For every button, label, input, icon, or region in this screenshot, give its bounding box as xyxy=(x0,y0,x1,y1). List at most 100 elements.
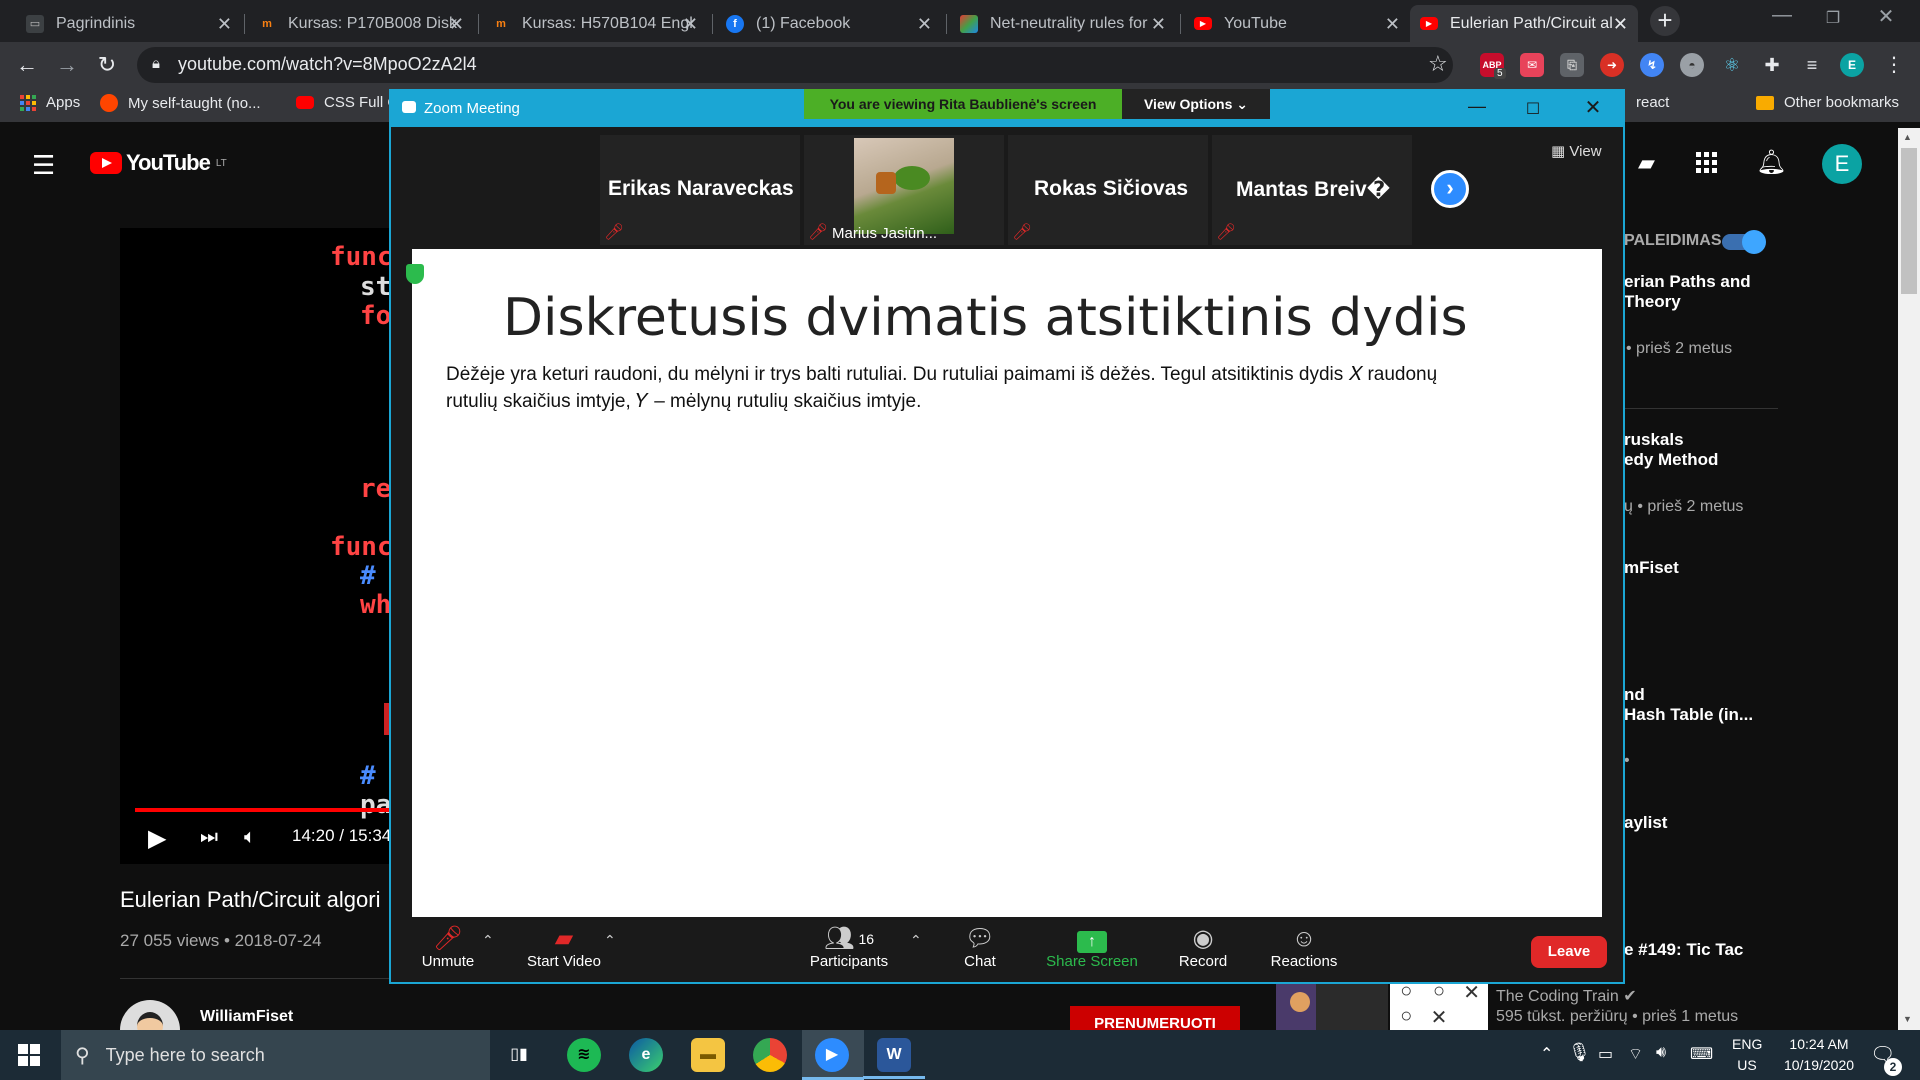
edge-icon[interactable]: e xyxy=(629,1038,663,1072)
tab-kursas-h570b104[interactable]: m Kursas: H570B104 Engl ✕ xyxy=(482,5,708,42)
video-options-caret-icon[interactable]: ⌃ xyxy=(604,932,616,949)
next-participants-button[interactable]: › xyxy=(1431,170,1469,208)
file-explorer-icon[interactable]: ▬ xyxy=(691,1038,725,1072)
word-icon[interactable]: W xyxy=(877,1038,911,1072)
close-icon[interactable]: ✕ xyxy=(217,14,232,35)
new-tab-button[interactable]: + xyxy=(1650,6,1680,36)
zoom-maximize-icon[interactable]: ☐ xyxy=(1518,99,1548,119)
profile-avatar[interactable]: E xyxy=(1840,53,1864,77)
video-progress-bar[interactable] xyxy=(135,808,390,812)
close-icon[interactable]: ✕ xyxy=(1613,14,1628,35)
bookmark-star-icon[interactable]: ☆ xyxy=(1428,51,1448,77)
tab-facebook[interactable]: f (1) Facebook ✕ xyxy=(716,5,942,42)
create-video-icon[interactable]: ▰ xyxy=(1638,150,1655,176)
scroll-down-icon[interactable]: ▼ xyxy=(1903,1014,1912,1024)
extension-icon[interactable]: ◓ xyxy=(1680,53,1704,77)
reactions-button[interactable]: ☺ Reactions xyxy=(1266,925,1342,970)
chat-button[interactable]: 💬︎ Chat xyxy=(950,925,1010,970)
network-icon[interactable]: ⌔ xyxy=(1628,1044,1643,1064)
close-icon[interactable]: ✕ xyxy=(917,14,932,35)
audio-options-caret-icon[interactable]: ⌃ xyxy=(482,932,494,949)
related-video-title[interactable]: Theory xyxy=(1624,292,1681,312)
next-icon[interactable]: ⏭︎ xyxy=(200,826,218,849)
battery-icon[interactable]: ▭ xyxy=(1598,1044,1613,1064)
related-video-title[interactable]: ruskals xyxy=(1624,430,1684,450)
restore-icon[interactable]: ❐ xyxy=(1813,8,1853,28)
bookmark-self-taught[interactable]: My self-taught (no... xyxy=(100,94,261,112)
related-video-title[interactable]: mFiset xyxy=(1624,558,1679,578)
youtube-logo[interactable]: YouTube LT xyxy=(90,150,227,176)
extensions-puzzle-icon[interactable]: ✚ xyxy=(1760,53,1784,77)
microphone-icon[interactable]: 🎙︎ xyxy=(1568,1042,1591,1063)
scroll-up-icon[interactable]: ▲ xyxy=(1903,132,1912,142)
tab-eulerian-path[interactable]: ▶ Eulerian Path/Circuit al ✕ xyxy=(1410,5,1638,42)
windows-start-icon[interactable] xyxy=(18,1044,40,1066)
tab-youtube[interactable]: ▶ YouTube ✕ xyxy=(1184,5,1410,42)
taskbar-search-box[interactable]: ⚲ Type here to search xyxy=(61,1030,490,1080)
close-window-icon[interactable]: ✕ xyxy=(1866,4,1906,29)
share-screen-button[interactable]: ↑ Share Screen xyxy=(1042,925,1142,970)
start-video-button[interactable]: ▰ Start Video xyxy=(522,925,606,970)
tab-kursas-p170b008[interactable]: m Kursas: P170B008 Disk ✕ xyxy=(248,5,474,42)
task-view-icon[interactable]: ▯▮ xyxy=(502,1038,536,1072)
participants-button[interactable]: 👥︎ 16 Participants xyxy=(804,925,894,970)
related-video-title[interactable]: erian Paths and xyxy=(1624,272,1751,292)
volume-icon[interactable]: 🔈︎ xyxy=(244,826,256,849)
channel-name[interactable]: WilliamFiset xyxy=(200,1008,293,1026)
tic-tac-toe-thumbnail[interactable]: ○ ○ ✕ ○ ✕ xyxy=(1390,980,1488,1030)
autoplay-toggle[interactable] xyxy=(1722,230,1766,254)
bookmark-css-full[interactable]: CSS Full C xyxy=(296,94,398,111)
extension-icon[interactable]: ↯ xyxy=(1640,53,1664,77)
bookmark-react[interactable]: react xyxy=(1636,94,1669,111)
spotify-icon[interactable]: ≋ xyxy=(567,1038,601,1072)
record-button[interactable]: ◉ Record xyxy=(1172,925,1234,970)
scrollbar-thumb[interactable] xyxy=(1901,148,1917,294)
keyboard-icon[interactable]: ⌨ xyxy=(1690,1044,1713,1064)
participants-caret-icon[interactable]: ⌃ xyxy=(910,932,922,949)
related-channel[interactable]: The Coding Train ✔ xyxy=(1496,986,1637,1006)
play-icon[interactable]: ▶ xyxy=(148,824,166,853)
url-text[interactable]: youtube.com/watch?v=8MpoO2zA2l4 xyxy=(178,54,477,75)
close-icon[interactable]: ✕ xyxy=(1385,14,1400,35)
gallery-view-button[interactable]: ▦ View xyxy=(1551,142,1602,160)
zoom-icon[interactable]: ▶ xyxy=(815,1038,849,1072)
hamburger-menu-icon[interactable]: ☰ xyxy=(32,150,55,181)
zoom-minimize-icon[interactable]: — xyxy=(1462,96,1492,117)
lock-icon[interactable]: 🔒︎ xyxy=(152,55,160,72)
notifications-bell-icon[interactable]: 🔔︎ xyxy=(1756,148,1786,177)
minimize-icon[interactable]: — xyxy=(1762,4,1802,27)
encryption-shield-icon[interactable] xyxy=(406,264,424,284)
related-video-title[interactable]: edy Method xyxy=(1624,450,1718,470)
volume-tray-icon[interactable]: 🔊︎ xyxy=(1656,1044,1666,1062)
hidden-icons-chevron-icon[interactable]: ⌃ xyxy=(1540,1044,1553,1064)
close-icon[interactable]: ✕ xyxy=(683,14,698,35)
view-options-button[interactable]: View Options ⌄ xyxy=(1122,89,1270,119)
related-video-title[interactable]: aylist xyxy=(1624,813,1667,833)
forward-icon[interactable]: → xyxy=(52,50,82,80)
youtube-avatar[interactable]: E xyxy=(1822,144,1862,184)
close-icon[interactable]: ✕ xyxy=(1151,14,1166,35)
related-video-title[interactable]: Hash Table (in... xyxy=(1624,705,1753,725)
reload-icon[interactable]: ↻ xyxy=(92,50,122,80)
related-video-title[interactable]: nd xyxy=(1624,685,1645,705)
apps-icon[interactable] xyxy=(1696,152,1717,173)
unmute-button[interactable]: 🎤︎ Unmute xyxy=(418,925,478,970)
tab-pagrindinis[interactable]: ▭ Pagrindinis ✕ xyxy=(16,5,242,42)
bookmark-other[interactable]: Other bookmarks xyxy=(1756,94,1899,111)
chrome-icon[interactable] xyxy=(753,1038,787,1072)
close-icon[interactable]: ✕ xyxy=(449,14,464,35)
related-video-title[interactable]: e #149: Tic Tac xyxy=(1624,940,1743,960)
zoom-close-icon[interactable]: ✕ xyxy=(1578,95,1608,120)
video-player[interactable]: func st fo re func # wh # pa xyxy=(120,228,390,864)
extension-icon[interactable]: ⎘ xyxy=(1560,53,1584,77)
tab-net-neutrality[interactable]: Net-neutrality rules for ✕ xyxy=(950,5,1176,42)
extension-icon[interactable]: ➜ xyxy=(1600,53,1624,77)
menu-kebab-icon[interactable]: ⋮ xyxy=(1884,52,1904,77)
media-control-icon[interactable]: ≡ xyxy=(1800,53,1824,77)
back-icon[interactable]: ← xyxy=(12,50,42,80)
extension-icon[interactable]: ✉ xyxy=(1520,53,1544,77)
leave-meeting-button[interactable]: Leave xyxy=(1531,936,1607,968)
react-devtools-icon[interactable]: ⚛ xyxy=(1720,53,1744,77)
bookmark-apps[interactable]: Apps xyxy=(20,94,80,111)
video-thumbnail[interactable] xyxy=(1276,980,1388,1030)
